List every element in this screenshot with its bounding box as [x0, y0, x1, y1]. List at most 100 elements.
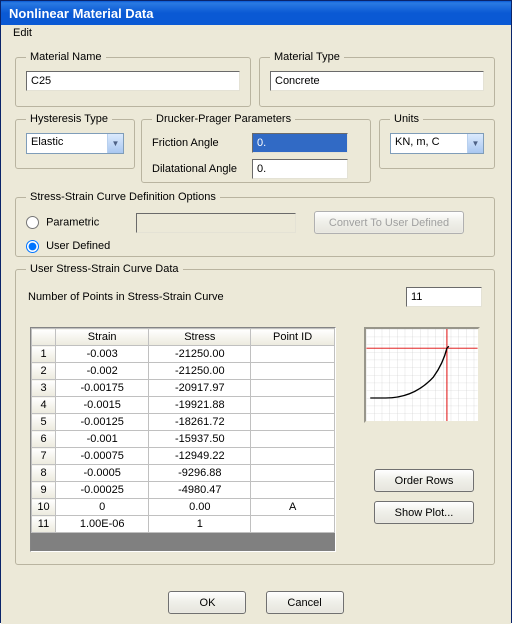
table-rownum: 1 [32, 346, 56, 363]
radio-user-defined[interactable] [26, 240, 39, 253]
table-row[interactable]: 111.00E-061 [32, 516, 335, 533]
table-row[interactable]: 8-0.0005-9296.88 [32, 465, 335, 482]
cell-pointid[interactable]: A [251, 499, 335, 516]
stress-strain-table[interactable]: Strain Stress Point ID 1-0.003-21250.002… [31, 328, 335, 533]
cell-stress[interactable]: -21250.00 [149, 363, 251, 380]
table-rownum: 11 [32, 516, 56, 533]
table-header-pointid: Point ID [251, 329, 335, 346]
cell-pointid[interactable] [251, 380, 335, 397]
radio-parametric[interactable] [26, 216, 39, 229]
hysteresis-combo[interactable]: Elastic ▼ [26, 133, 124, 154]
table-rownum: 2 [32, 363, 56, 380]
table-row[interactable]: 3-0.00175-20917.97 [32, 380, 335, 397]
cancel-button[interactable]: Cancel [266, 591, 344, 614]
num-points-label: Number of Points in Stress-Strain Curve [28, 291, 224, 303]
cell-stress[interactable]: -19921.88 [149, 397, 251, 414]
cell-pointid[interactable] [251, 397, 335, 414]
order-rows-button[interactable]: Order Rows [374, 469, 474, 492]
cell-stress[interactable]: -21250.00 [149, 346, 251, 363]
dialog-buttons: OK Cancel [1, 591, 511, 614]
dilatational-angle-label: Dilatational Angle [152, 163, 252, 175]
cell-strain[interactable]: -0.0015 [56, 397, 149, 414]
cell-stress[interactable]: -18261.72 [149, 414, 251, 431]
cell-stress[interactable]: -9296.88 [149, 465, 251, 482]
cell-pointid[interactable] [251, 465, 335, 482]
table-header-rownum [32, 329, 56, 346]
cell-pointid[interactable] [251, 431, 335, 448]
table-row[interactable]: 4-0.0015-19921.88 [32, 397, 335, 414]
menu-edit[interactable]: Edit [7, 25, 38, 41]
cell-strain[interactable]: -0.002 [56, 363, 149, 380]
material-name-field[interactable] [26, 71, 240, 91]
cell-stress[interactable]: -12949.22 [149, 448, 251, 465]
cell-strain[interactable]: 0 [56, 499, 149, 516]
stress-strain-table-wrap: Strain Stress Point ID 1-0.003-21250.002… [30, 327, 336, 552]
table-rownum: 4 [32, 397, 56, 414]
show-plot-button[interactable]: Show Plot... [374, 501, 474, 524]
table-rownum: 8 [32, 465, 56, 482]
units-combo[interactable]: KN, m, C ▼ [390, 133, 484, 154]
table-row[interactable]: 6-0.001-15937.50 [32, 431, 335, 448]
table-rownum: 7 [32, 448, 56, 465]
table-row[interactable]: 9-0.00025-4980.47 [32, 482, 335, 499]
group-units-label: Units [390, 113, 423, 125]
cell-pointid[interactable] [251, 363, 335, 380]
friction-angle-field[interactable] [252, 133, 348, 153]
ok-button[interactable]: OK [168, 591, 246, 614]
num-points-field[interactable] [406, 287, 482, 307]
group-material-type-label: Material Type [270, 51, 344, 63]
chevron-down-icon[interactable]: ▼ [107, 134, 123, 153]
material-type-field[interactable] [270, 71, 484, 91]
cell-stress[interactable]: 0.00 [149, 499, 251, 516]
group-ussd-label: User Stress-Strain Curve Data [26, 263, 183, 275]
cell-strain[interactable]: 1.00E-06 [56, 516, 149, 533]
group-hysteresis-label: Hysteresis Type [26, 113, 112, 125]
table-row[interactable]: 1-0.003-21250.00 [32, 346, 335, 363]
table-rownum: 9 [32, 482, 56, 499]
cell-strain[interactable]: -0.00025 [56, 482, 149, 499]
table-row[interactable]: 2-0.002-21250.00 [32, 363, 335, 380]
menu-bar: Edit [1, 25, 511, 45]
cell-pointid[interactable] [251, 346, 335, 363]
cell-stress[interactable]: 1 [149, 516, 251, 533]
title-bar: Nonlinear Material Data [1, 1, 511, 25]
table-rownum: 10 [32, 499, 56, 516]
convert-to-user-defined-button: Convert To User Defined [314, 211, 464, 234]
stress-strain-plot [364, 327, 480, 423]
cell-stress[interactable]: -4980.47 [149, 482, 251, 499]
group-drucker-prager: Drucker-Prager Parameters Friction Angle… [141, 113, 371, 183]
cell-strain[interactable]: -0.003 [56, 346, 149, 363]
group-material-name-label: Material Name [26, 51, 106, 63]
radio-parametric-label[interactable]: Parametric [26, 216, 136, 229]
cell-pointid[interactable] [251, 516, 335, 533]
cell-strain[interactable]: -0.0005 [56, 465, 149, 482]
units-value: KN, m, C [391, 134, 467, 153]
cell-strain[interactable]: -0.00075 [56, 448, 149, 465]
table-header-stress: Stress [149, 329, 251, 346]
cell-stress[interactable]: -15937.50 [149, 431, 251, 448]
friction-angle-label: Friction Angle [152, 137, 252, 149]
table-row[interactable]: 1000.00A [32, 499, 335, 516]
table-spacer [31, 533, 335, 551]
chevron-down-icon[interactable]: ▼ [467, 134, 483, 153]
group-sscdo-label: Stress-Strain Curve Definition Options [26, 191, 220, 203]
dilatational-angle-field[interactable] [252, 159, 348, 179]
group-material-name: Material Name [15, 51, 251, 107]
cell-pointid[interactable] [251, 414, 335, 431]
cell-pointid[interactable] [251, 448, 335, 465]
group-curve-definition-options: Stress-Strain Curve Definition Options P… [15, 191, 495, 257]
radio-user-defined-label[interactable]: User Defined [26, 240, 110, 252]
table-header-row: Strain Stress Point ID [32, 329, 335, 346]
cell-strain[interactable]: -0.00175 [56, 380, 149, 397]
cell-stress[interactable]: -20917.97 [149, 380, 251, 397]
hysteresis-value: Elastic [27, 134, 107, 153]
table-row[interactable]: 7-0.00075-12949.22 [32, 448, 335, 465]
table-header-strain: Strain [56, 329, 149, 346]
cell-strain[interactable]: -0.00125 [56, 414, 149, 431]
group-units: Units KN, m, C ▼ [379, 113, 495, 169]
group-material-type: Material Type [259, 51, 495, 107]
cell-pointid[interactable] [251, 482, 335, 499]
group-drucker-label: Drucker-Prager Parameters [152, 113, 295, 125]
cell-strain[interactable]: -0.001 [56, 431, 149, 448]
table-row[interactable]: 5-0.00125-18261.72 [32, 414, 335, 431]
